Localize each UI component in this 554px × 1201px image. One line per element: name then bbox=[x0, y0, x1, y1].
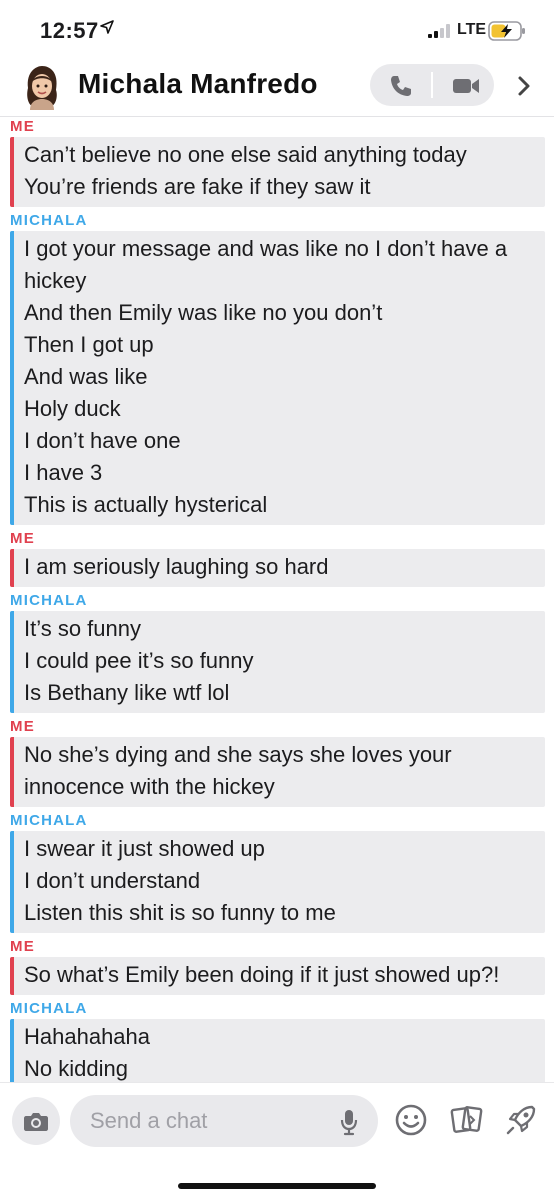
video-camera-icon[interactable] bbox=[451, 73, 481, 99]
chat-input-bar: Send a chat bbox=[0, 1082, 554, 1201]
send-chat-input[interactable]: Send a chat bbox=[70, 1095, 378, 1147]
chat-message[interactable]: This is actually hysterical bbox=[14, 489, 545, 521]
chat-message[interactable]: I don’t have one bbox=[14, 425, 545, 457]
message-group: I swear it just showed up I don’t underst… bbox=[10, 831, 545, 933]
message-group: Can’t believe no one else said anything … bbox=[10, 137, 545, 207]
chat-message[interactable]: I don’t understand bbox=[14, 865, 545, 897]
network-type: LTE bbox=[457, 21, 487, 38]
message-group: So what’s Emily been doing if it just sh… bbox=[10, 957, 545, 995]
cards-icon[interactable] bbox=[450, 1103, 484, 1142]
contact-name: Michala Manfredo bbox=[78, 68, 318, 99]
phone-icon[interactable] bbox=[388, 73, 414, 99]
message-group: It’s so funny I could pee it’s so funny Is… bbox=[10, 611, 545, 713]
chat-message[interactable]: It’s so funny bbox=[14, 613, 545, 645]
chat-message[interactable]: Holy duck bbox=[14, 393, 545, 425]
sender-label: MICHALA bbox=[10, 212, 88, 229]
chat-message[interactable]: I swear it just showed up bbox=[14, 833, 545, 865]
camera-icon bbox=[23, 1109, 49, 1138]
battery-charging-icon bbox=[488, 21, 526, 46]
chat-message[interactable]: And then Emily was like no you don’t bbox=[14, 297, 545, 329]
chat-message[interactable]: And was like bbox=[14, 361, 545, 393]
location-arrow-icon bbox=[100, 20, 114, 39]
message-group: I am seriously laughing so hard bbox=[10, 549, 545, 587]
chat-header: Michala Manfredo bbox=[0, 60, 554, 117]
chat-message[interactable]: I could pee it’s so funny bbox=[14, 645, 545, 677]
smiley-icon[interactable] bbox=[394, 1103, 428, 1142]
chat-message[interactable]: Is Bethany like wtf lol bbox=[14, 677, 545, 709]
sender-label: ME bbox=[10, 530, 35, 547]
chat-message[interactable]: I got your message and was like no I don… bbox=[14, 233, 545, 297]
chat-message[interactable]: Can’t believe no one else said anything … bbox=[14, 139, 545, 171]
home-indicator bbox=[178, 1183, 376, 1189]
rocket-icon[interactable] bbox=[504, 1103, 538, 1142]
chat-message[interactable]: Then I got up bbox=[14, 329, 545, 361]
message-group: No she’s dying and she says she loves yo… bbox=[10, 737, 545, 807]
bitmoji-avatar-icon[interactable] bbox=[22, 64, 62, 110]
sender-label: MICHALA bbox=[10, 1000, 88, 1017]
status-bar: 12:57 LTE bbox=[0, 0, 554, 60]
message-group: I got your message and was like no I don… bbox=[10, 231, 545, 525]
microphone-icon[interactable] bbox=[338, 1107, 360, 1142]
chat-message[interactable]: You’re friends are fake if they saw it bbox=[14, 171, 545, 203]
chat-message[interactable]: No she’s dying and she says she loves yo… bbox=[14, 739, 545, 803]
chat-message[interactable]: No kidding bbox=[14, 1053, 545, 1082]
divider bbox=[431, 72, 433, 98]
sender-label: ME bbox=[10, 118, 35, 135]
camera-button[interactable] bbox=[12, 1097, 60, 1145]
call-controls bbox=[370, 64, 494, 106]
status-time: 12:57 bbox=[40, 18, 99, 43]
chat-message[interactable]: I am seriously laughing so hard bbox=[14, 551, 545, 583]
chevron-right-icon[interactable] bbox=[512, 74, 536, 98]
sender-label: ME bbox=[10, 938, 35, 955]
chat-thread[interactable]: ME Can’t believe no one else said anythin… bbox=[0, 117, 554, 1082]
chat-message[interactable]: Listen this shit is so funny to me bbox=[14, 897, 545, 929]
input-placeholder: Send a chat bbox=[90, 1108, 208, 1133]
message-group: Hahahahaha No kidding bbox=[10, 1019, 545, 1082]
sender-label: MICHALA bbox=[10, 812, 88, 829]
sender-label: ME bbox=[10, 718, 35, 735]
signal-icon bbox=[428, 24, 452, 43]
chat-message[interactable]: So what’s Emily been doing if it just sh… bbox=[14, 959, 545, 991]
chat-message[interactable]: I have 3 bbox=[14, 457, 545, 489]
chat-message[interactable]: Hahahahaha bbox=[14, 1021, 545, 1053]
sender-label: MICHALA bbox=[10, 592, 88, 609]
